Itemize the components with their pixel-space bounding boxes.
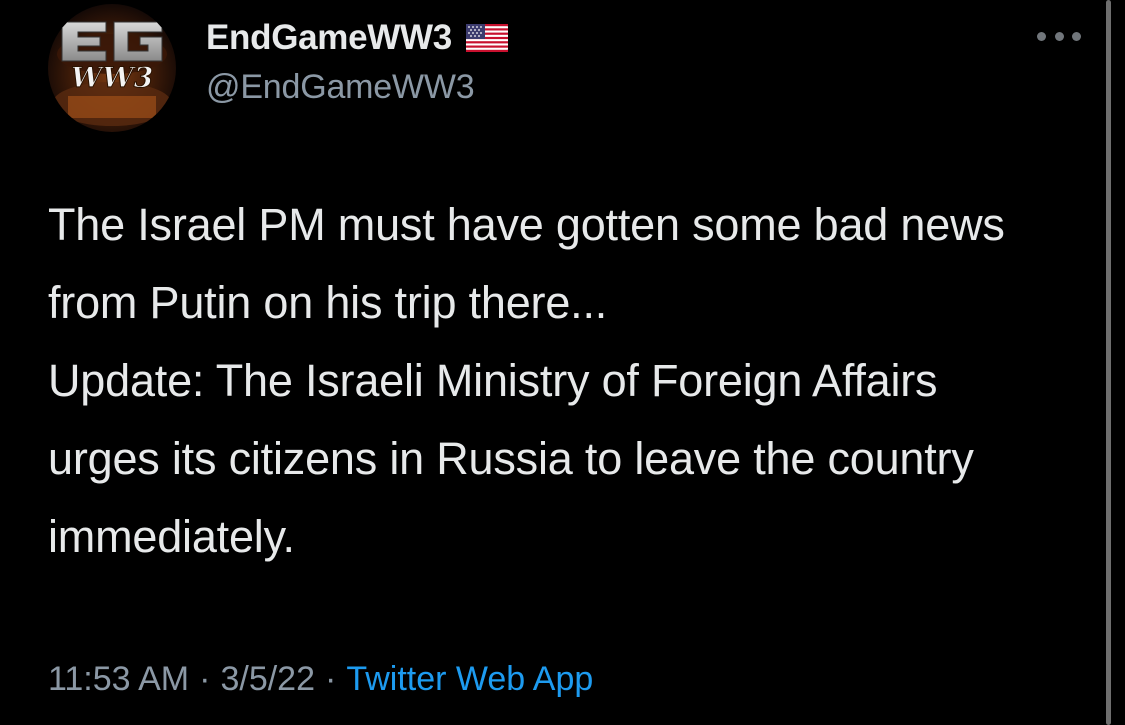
display-name-row: EndGameWW3: [206, 16, 508, 60]
more-horizontal-icon[interactable]: [1037, 26, 1081, 46]
tweet-header: WW3 EndGameWW3 @EndGameWW3: [48, 2, 1085, 132]
more-dot: [1037, 31, 1046, 41]
tweet-date[interactable]: 3/5/22: [220, 660, 315, 698]
tweet-meta: 11:53 AM · 3/5/22 · Twitter Web App: [48, 660, 593, 699]
tweet-paragraph: Update: The Israeli Ministry of Foreign …: [48, 355, 974, 562]
scrollbar[interactable]: [1106, 0, 1111, 725]
author-names: EndGameWW3 @EndGameWW3: [206, 16, 508, 107]
more-dot: [1072, 31, 1081, 41]
meta-separator: ·: [325, 660, 337, 698]
avatar-logo: WW3: [52, 21, 172, 126]
tweet-paragraph: The Israel PM must have gotten some bad …: [48, 199, 1005, 328]
tweet: WW3 EndGameWW3 @EndGameWW3 The Israel PM…: [0, 0, 1125, 725]
us-flag-icon: [465, 24, 508, 52]
more-dot: [1054, 31, 1064, 41]
svg-text:WW3: WW3: [71, 61, 153, 94]
avatar[interactable]: WW3: [48, 4, 176, 132]
meta-separator: ·: [199, 660, 211, 698]
tweet-text: The Israel PM must have gotten some bad …: [48, 186, 1058, 576]
tweet-source-link[interactable]: Twitter Web App: [346, 660, 593, 698]
display-name[interactable]: EndGameWW3: [206, 18, 452, 58]
author-handle[interactable]: @EndGameWW3: [206, 68, 508, 107]
tweet-time[interactable]: 11:53 AM: [48, 660, 189, 698]
